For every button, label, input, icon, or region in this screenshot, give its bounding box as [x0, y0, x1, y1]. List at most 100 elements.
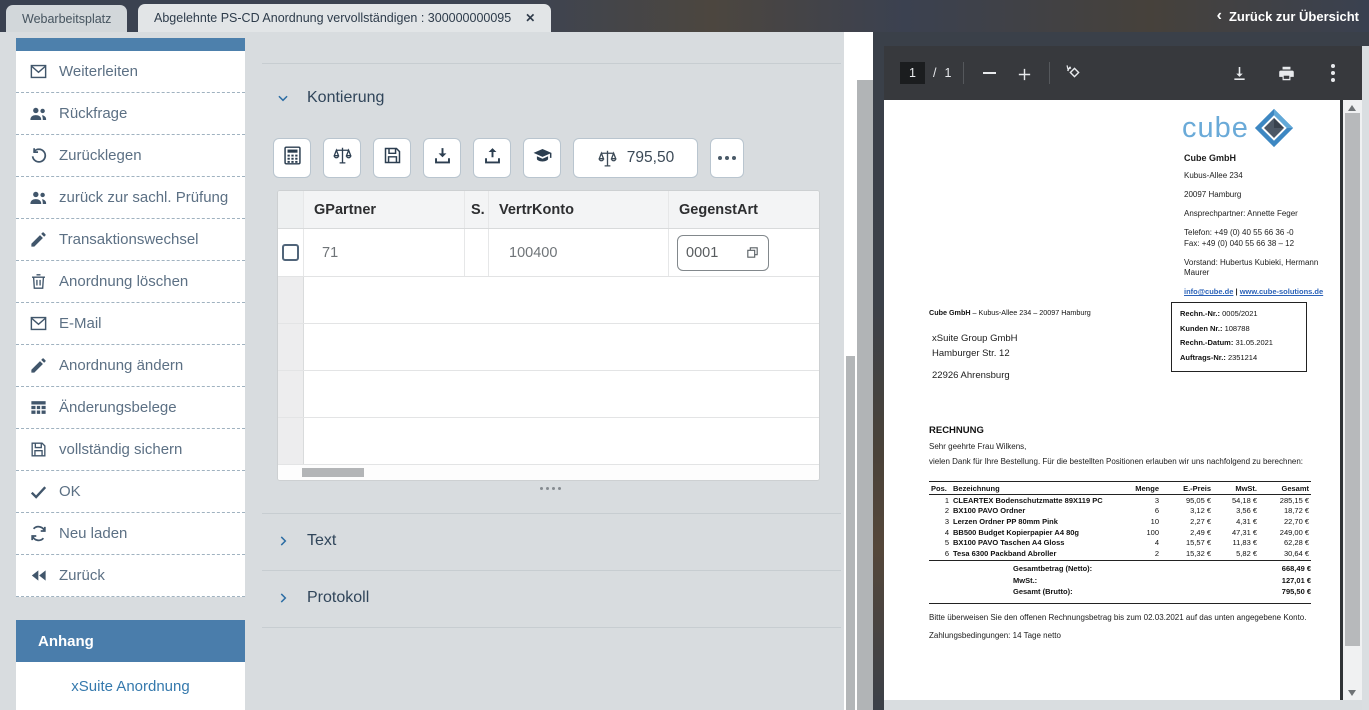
sidebar-item-zuruecklegen[interactable]: Zurücklegen [16, 135, 245, 177]
sidebar-item-rueckfrage[interactable]: Rückfrage [16, 93, 245, 135]
section-kontierung[interactable]: Kontierung [276, 84, 384, 112]
sidebar-item-label: Weiterleiten [59, 63, 138, 80]
section-text[interactable]: Text [276, 527, 336, 555]
envelope-icon [29, 314, 48, 333]
sidebar-item-label: Neu laden [59, 525, 127, 542]
scrollbar-thumb[interactable] [857, 80, 873, 710]
payment-note: Bitte überweisen Sie den offenen Rechnun… [929, 613, 1334, 622]
sidebar-item-vollstaendig-sichern[interactable]: vollständig sichern [16, 429, 245, 471]
close-icon[interactable]: ✕ [525, 11, 535, 25]
sidebar-item-zurueck[interactable]: Zurück [16, 555, 245, 597]
invoice-greeting: Sehr geehrte Frau Wilkens, [929, 442, 1026, 451]
sidebar-item-zurueck-sachl-pruefung[interactable]: zurück zur sachl. Prüfung [16, 177, 245, 219]
window-restore-icon[interactable] [745, 245, 760, 260]
page-number-input[interactable]: 1 [900, 62, 925, 84]
kontierung-toolbar: 795,50 [273, 138, 744, 178]
sidebar-item-label: Rückfrage [59, 105, 127, 122]
pdf-scrollbar[interactable] [1343, 100, 1362, 700]
scrollbar-thumb[interactable] [846, 356, 855, 710]
chevron-left-icon: ‹ [1217, 8, 1222, 24]
graduation-cap-icon [532, 145, 553, 171]
section-title: Kontierung [307, 89, 384, 107]
cell-s [465, 229, 489, 276]
sidebar-item-aenderungsbelege[interactable]: Änderungsbelege [16, 387, 245, 429]
rotate-button[interactable] [1062, 60, 1088, 86]
invoice-items-table: Pos. Bezeichnung Menge E.-Preis MwSt. Ge… [929, 481, 1311, 561]
sidebar-header-bar [16, 38, 245, 51]
calculate-button[interactable] [273, 138, 311, 178]
download-tray-icon [432, 145, 453, 171]
sidebar-item-neu-laden[interactable]: Neu laden [16, 513, 245, 555]
import-button[interactable] [423, 138, 461, 178]
scroll-down-icon[interactable] [1348, 690, 1356, 696]
company-name: Cube GmbH [1184, 153, 1336, 164]
sidebar-item-weiterleiten[interactable]: Weiterleiten [16, 51, 245, 93]
section-divider [262, 570, 841, 571]
horizontal-scrollbar[interactable] [278, 465, 819, 481]
chevron-right-icon [276, 534, 290, 548]
save-row-button[interactable] [373, 138, 411, 178]
logo-text: cube [1182, 112, 1249, 145]
scroll-up-icon[interactable] [1348, 105, 1356, 111]
tab-label: Abgelehnte PS-CD Anordnung vervollständi… [154, 11, 511, 25]
sidebar-item-ok[interactable]: OK [16, 471, 245, 513]
scale-icon [597, 148, 618, 169]
email-link[interactable]: info@cube.de [1184, 287, 1233, 296]
print-button[interactable] [1273, 60, 1299, 86]
learn-button[interactable] [523, 138, 561, 178]
row-checkbox[interactable] [282, 244, 299, 261]
invoice-totals: Gesamtbetrag (Netto):668,49 € MwSt.:127,… [929, 560, 1311, 604]
sidebar-item-transaktionswechsel[interactable]: Transaktionswechsel [16, 219, 245, 261]
table-row: 71 100400 0001 [278, 229, 819, 277]
kontierung-table: GPartner S. VertrKonto GegenstArt 71 100… [277, 190, 820, 481]
resize-handle[interactable] [540, 487, 561, 490]
pdf-page: cube Cube GmbH Kubus-Allee 234 20097 Ham… [884, 100, 1341, 700]
attachment-link[interactable]: xSuite Anordnung [71, 678, 189, 695]
sidebar-item-label: OK [59, 483, 81, 500]
more-actions-button[interactable] [710, 138, 744, 178]
column-header-gegenstart: GegenstArt [669, 191, 819, 228]
website-link[interactable]: www.cube-solutions.de [1240, 287, 1323, 296]
rotate-ccw-icon [1065, 63, 1085, 83]
invoice-item-row: 1CLEARTEX Bodenschutzmatte 89X119 PC395,… [929, 495, 1311, 506]
calculator-icon [282, 145, 303, 171]
anhang-title: Anhang [38, 633, 94, 650]
empty-table-row [278, 418, 819, 465]
download-button[interactable] [1226, 60, 1252, 86]
more-menu-button[interactable] [1320, 60, 1346, 86]
minus-icon [983, 72, 996, 74]
sidebar-item-anordnung-aendern[interactable]: Anordnung ändern [16, 345, 245, 387]
gegenstart-value: 0001 [686, 245, 718, 261]
section-title: Protokoll [307, 589, 369, 607]
save-icon [29, 440, 48, 459]
zoom-in-button[interactable] [1011, 60, 1037, 86]
sidebar-item-anordnung-loeschen[interactable]: Anordnung löschen [16, 261, 245, 303]
balance-amount-button[interactable]: 795,50 [573, 138, 698, 178]
pencil-icon [29, 356, 48, 375]
scrollbar-thumb[interactable] [1345, 113, 1360, 646]
sidebar: Weiterleiten Rückfrage Zurücklegen zurüc… [16, 38, 245, 597]
invoice-item-row: 5BX100 PAVO Taschen A4 Gloss415,57 €11,8… [929, 537, 1311, 548]
back-label: Zurück zur Übersicht [1229, 9, 1359, 24]
scrollbar-thumb[interactable] [302, 468, 364, 477]
export-button[interactable] [473, 138, 511, 178]
app-window: Webarbeitsplatz Abgelehnte PS-CD Anordnu… [0, 0, 1369, 710]
outer-scrollbar[interactable] [857, 32, 873, 710]
tab-webarbeitsplatz[interactable]: Webarbeitsplatz [6, 5, 127, 32]
invoice-item-row: 6Tesa 6300 Packband Abroller215,32 €5,82… [929, 548, 1311, 560]
refresh-icon [29, 524, 48, 543]
section-protokoll[interactable]: Protokoll [276, 584, 369, 612]
back-to-overview-link[interactable]: ‹ Zurück zur Übersicht [1217, 0, 1359, 32]
tab-anordnung[interactable]: Abgelehnte PS-CD Anordnung vervollständi… [138, 4, 551, 32]
balance-button[interactable] [323, 138, 361, 178]
payment-terms: Zahlungsbedingungen: 14 Tage netto [929, 631, 1061, 640]
sender-line: Cube GmbH – Kubus-Allee 234 – 20097 Hamb… [929, 308, 1091, 317]
panel-scrollbar[interactable] [844, 32, 857, 710]
cell-vertrkonto: 100400 [489, 229, 669, 276]
sidebar-item-email[interactable]: E-Mail [16, 303, 245, 345]
download-icon [1230, 64, 1249, 83]
invoice-info-box: Rechn.-Nr.: 0005/2021 Kunden Nr.: 108788… [1171, 302, 1307, 372]
gegenstart-input[interactable]: 0001 [677, 235, 769, 271]
zoom-out-button[interactable] [976, 60, 1002, 86]
sidebar-item-label: vollständig sichern [59, 441, 182, 458]
